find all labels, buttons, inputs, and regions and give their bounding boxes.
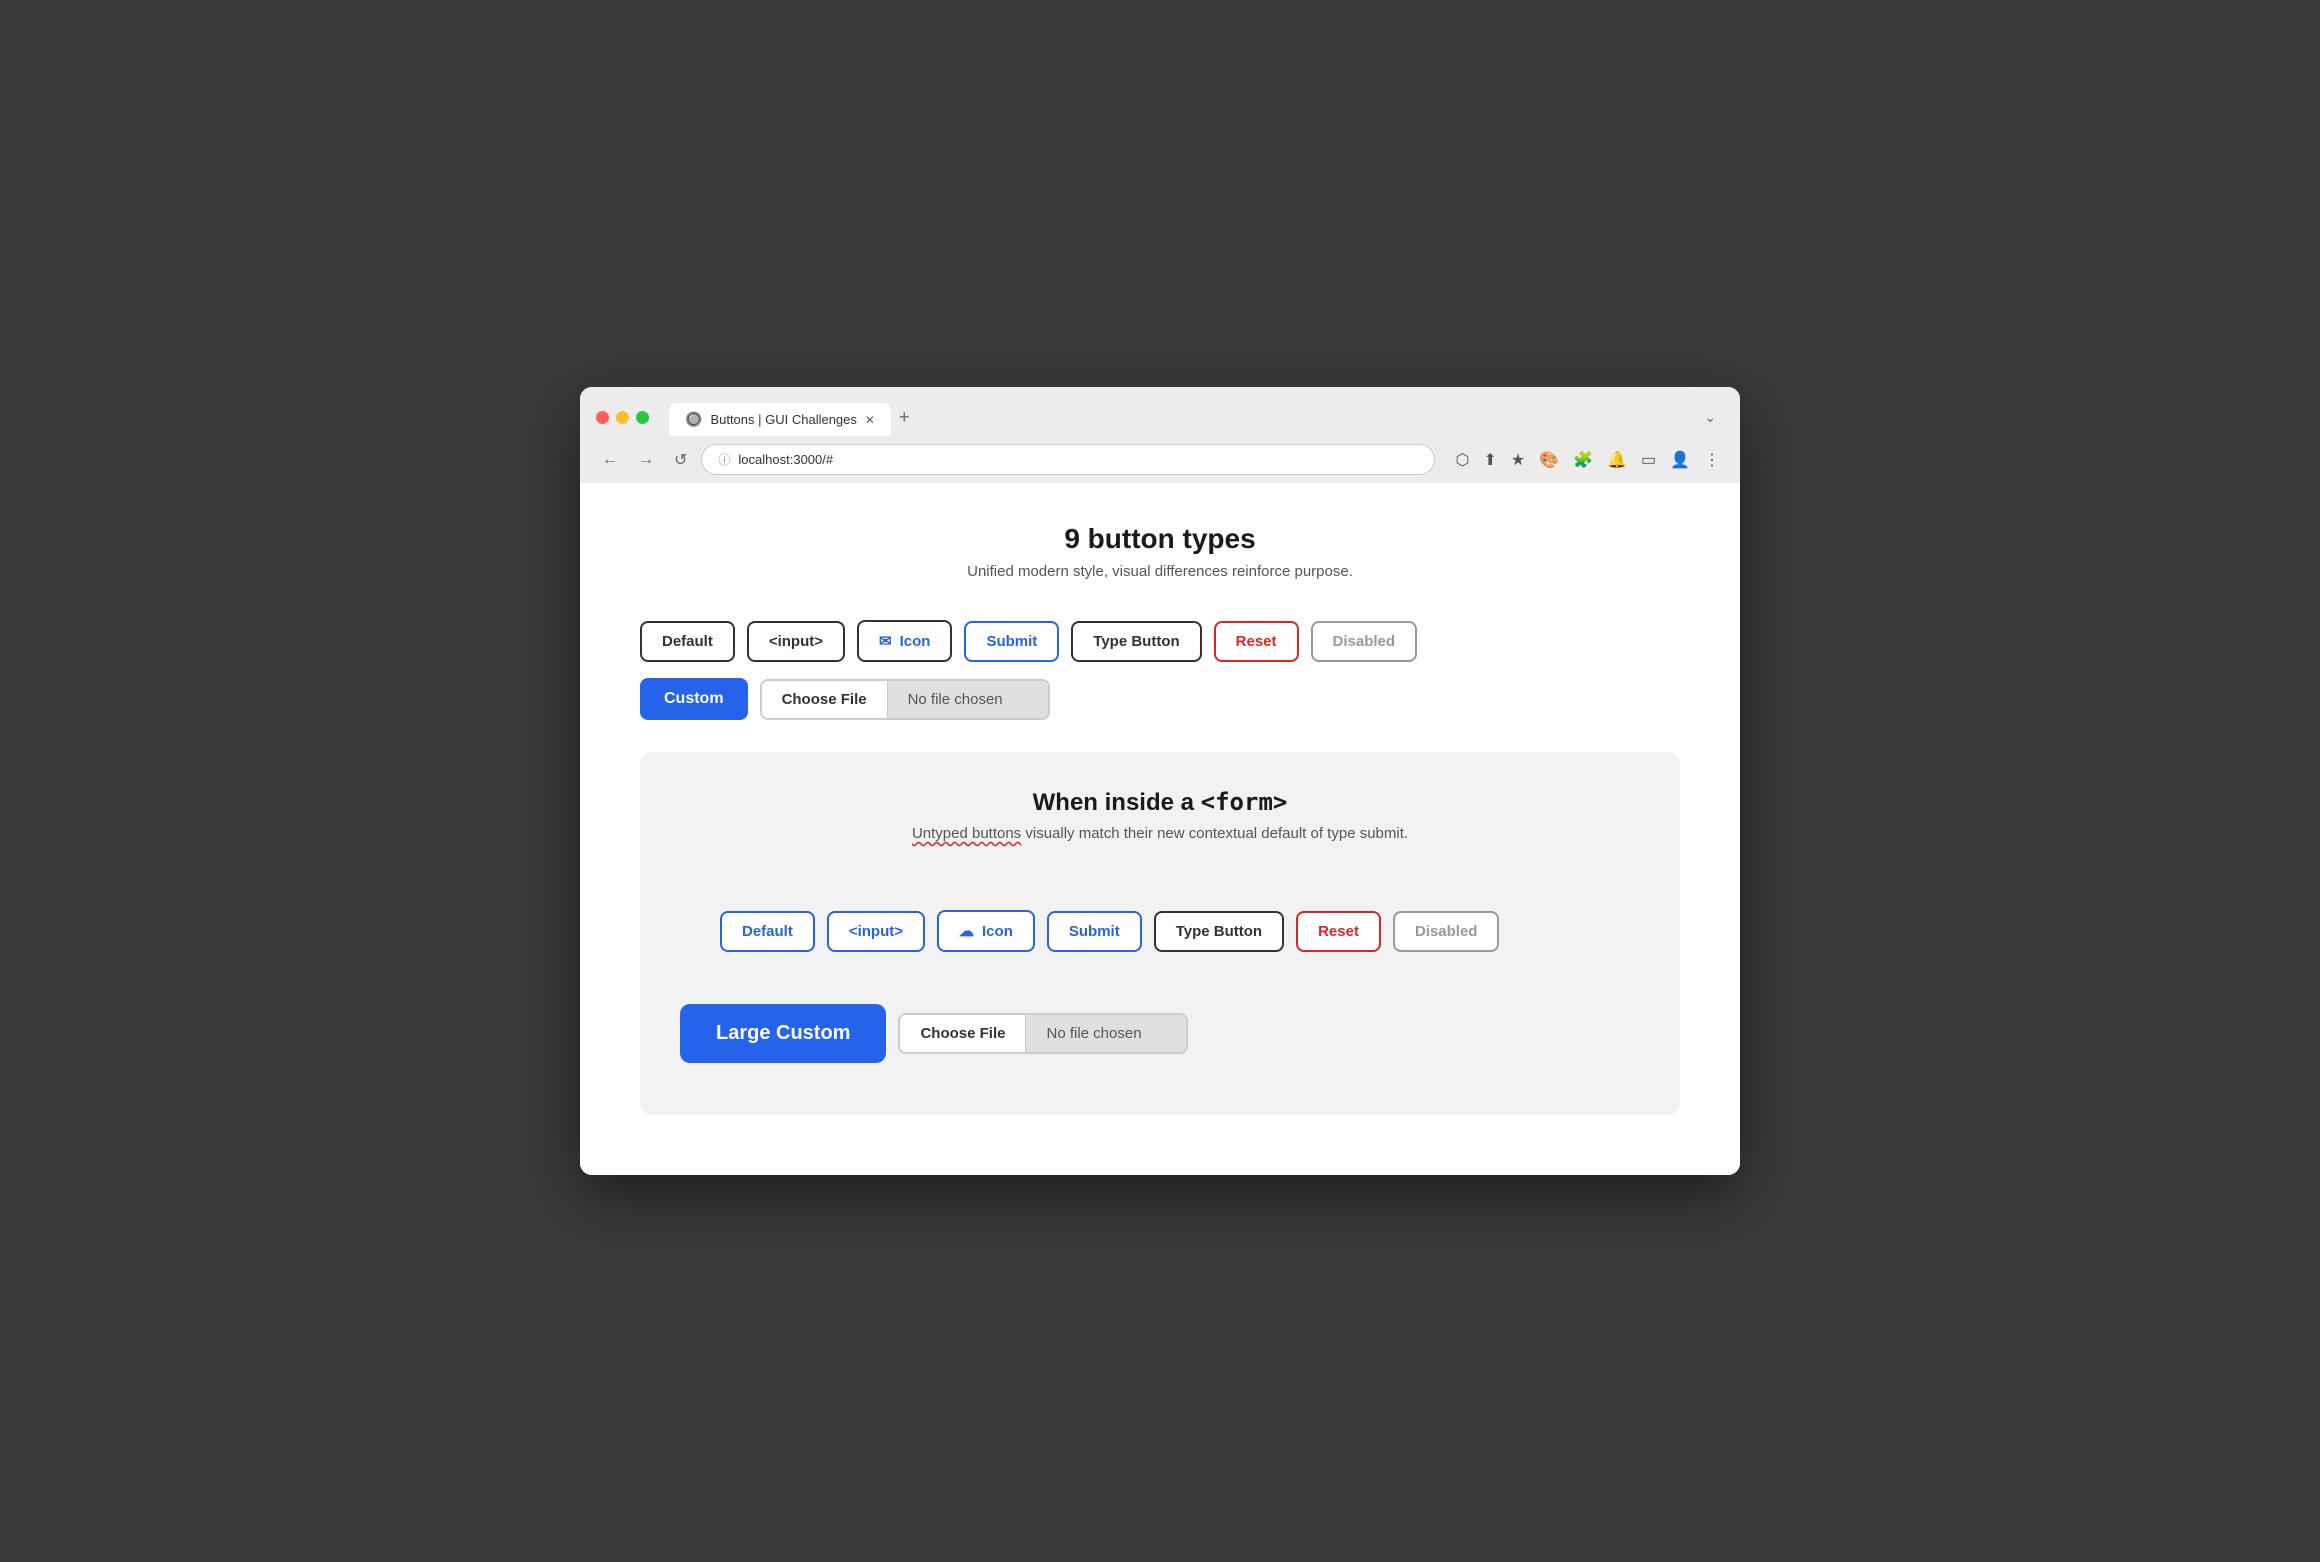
large-custom-button[interactable]: Large Custom <box>680 1004 886 1063</box>
disabled-button: Disabled <box>1311 621 1418 662</box>
active-tab[interactable]: 🔘 Buttons | GUI Challenges ✕ <box>669 403 891 436</box>
section-subtitle: Untyped buttons visually match their new… <box>680 825 1640 842</box>
page-title: 9 button types <box>640 523 1680 555</box>
cloud-icon: ☁ <box>959 922 974 940</box>
notification-icon[interactable]: 🔔 <box>1603 446 1631 474</box>
icon-button[interactable]: ✉ Icon <box>857 620 952 662</box>
extensions-icon[interactable]: 🧩 <box>1569 446 1597 474</box>
page-subtitle: Unified modern style, visual differences… <box>640 563 1680 580</box>
form-section: When inside a <form> Untyped buttons vis… <box>640 752 1680 1115</box>
email-icon: ✉ <box>879 632 892 650</box>
traffic-light-red[interactable] <box>596 411 609 424</box>
security-icon: ⓘ <box>718 451 730 468</box>
custom-button[interactable]: Custom <box>640 678 748 720</box>
page-content: 9 button types Unified modern style, vis… <box>580 483 1740 1175</box>
file-input-wrapper: Choose File No file chosen <box>760 679 1050 720</box>
form-choose-file-button[interactable]: Choose File <box>900 1015 1026 1052</box>
address-text: localhost:3000/# <box>738 452 833 467</box>
untyped-buttons-label: Untyped buttons <box>912 825 1021 842</box>
extension-color-icon[interactable]: 🎨 <box>1535 446 1563 474</box>
input-button[interactable]: <input> <box>747 621 845 662</box>
profile-icon[interactable]: 👤 <box>1666 446 1694 474</box>
form-code-tag: <form> <box>1201 788 1288 816</box>
title-bar: 🔘 Buttons | GUI Challenges ✕ + ⌄ <box>580 387 1740 436</box>
form-disabled-button: Disabled <box>1393 911 1500 952</box>
nav-actions: ⬡ ⬆ ★ 🎨 🧩 🔔 ▭ 👤 ⋮ <box>1451 446 1724 474</box>
share-icon[interactable]: ⬆ <box>1479 446 1500 474</box>
tab-favicon: 🔘 <box>685 411 702 428</box>
sidebar-icon[interactable]: ▭ <box>1637 446 1660 474</box>
back-button[interactable]: ← <box>596 447 624 473</box>
tab-close-button[interactable]: ✕ <box>865 413 875 427</box>
form-input-button[interactable]: <input> <box>827 911 925 952</box>
section-title: When inside a <form> <box>680 788 1640 817</box>
new-tab-button[interactable]: + <box>891 399 918 436</box>
nav-bar: ← → ↺ ⓘ localhost:3000/# ⬡ ⬆ ★ 🎨 🧩 🔔 ▭ 👤… <box>580 436 1740 483</box>
traffic-lights <box>596 411 649 424</box>
submit-button[interactable]: Submit <box>964 621 1059 662</box>
form-icon-button[interactable]: ☁ Icon <box>937 910 1035 952</box>
page-header: 9 button types Unified modern style, vis… <box>640 523 1680 580</box>
form-file-no-chosen-label: No file chosen <box>1026 1015 1186 1052</box>
choose-file-button[interactable]: Choose File <box>762 681 888 718</box>
browser-chrome: 🔘 Buttons | GUI Challenges ✕ + ⌄ ← → ↺ ⓘ… <box>580 387 1740 483</box>
file-no-chosen-label: No file chosen <box>888 681 1048 718</box>
section-header: When inside a <form> Untyped buttons vis… <box>680 788 1640 842</box>
tab-bar: 🔘 Buttons | GUI Challenges ✕ + <box>669 399 1688 436</box>
tab-label: Buttons | GUI Challenges <box>710 412 856 427</box>
external-link-icon[interactable]: ⬡ <box>1451 446 1473 474</box>
reset-button[interactable]: Reset <box>1214 621 1299 662</box>
reload-button[interactable]: ↺ <box>668 446 693 474</box>
form-button-row-2: Large Custom Choose File No file chosen <box>680 1004 1640 1063</box>
bookmark-icon[interactable]: ★ <box>1507 446 1529 474</box>
menu-icon[interactable]: ⋮ <box>1700 446 1724 474</box>
form-default-button[interactable]: Default <box>720 911 815 952</box>
address-bar[interactable]: ⓘ localhost:3000/# <box>701 444 1435 475</box>
button-row-2: Custom Choose File No file chosen <box>640 678 1680 720</box>
form-type-button-button[interactable]: Type Button <box>1154 911 1284 952</box>
traffic-light-yellow[interactable] <box>616 411 629 424</box>
tab-expand-icon: ⌄ <box>1696 401 1724 434</box>
forward-button[interactable]: → <box>632 447 660 473</box>
traffic-light-green[interactable] <box>636 411 649 424</box>
default-button[interactable]: Default <box>640 621 735 662</box>
button-row-1: Default <input> ✉ Icon Submit Type Butto… <box>640 620 1680 662</box>
browser-window: 🔘 Buttons | GUI Challenges ✕ + ⌄ ← → ↺ ⓘ… <box>580 387 1740 1175</box>
form-button-row-1: Default <input> ☁ Icon Submit Type Butto… <box>680 874 1640 988</box>
form-submit-button[interactable]: Submit <box>1047 911 1142 952</box>
form-file-input-wrapper: Choose File No file chosen <box>898 1013 1188 1054</box>
type-button-button[interactable]: Type Button <box>1071 621 1201 662</box>
form-reset-button[interactable]: Reset <box>1296 911 1381 952</box>
